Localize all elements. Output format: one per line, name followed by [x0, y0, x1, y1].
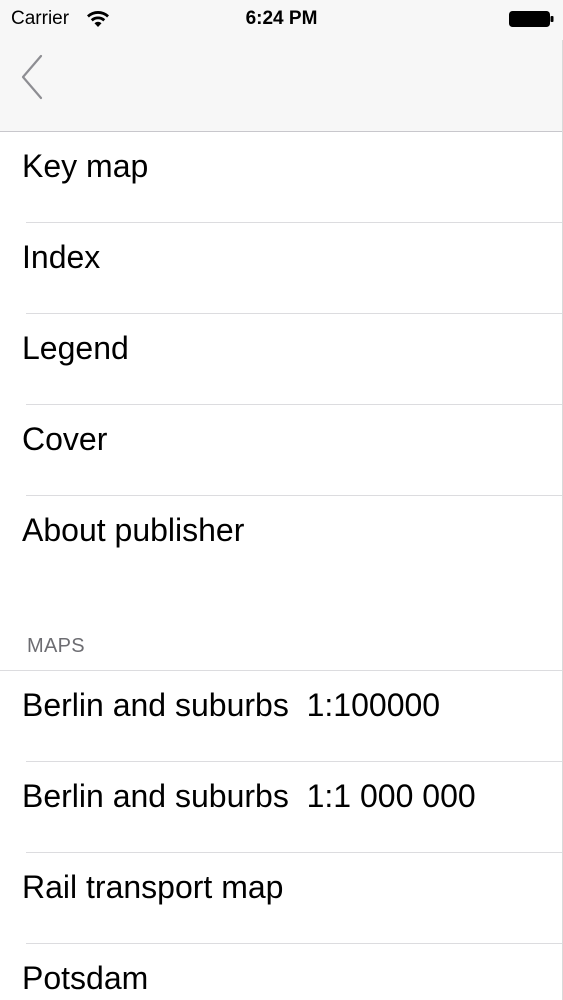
list-item-label: Legend: [22, 330, 129, 366]
list-item-about-publisher[interactable]: About publisher: [0, 496, 563, 587]
list-item-key-map[interactable]: Key map: [0, 132, 563, 223]
list-item-legend[interactable]: Legend: [0, 314, 563, 405]
list-item-label: Rail transport map: [22, 869, 284, 905]
list-item-label: Berlin and suburbs 1:100000: [22, 687, 441, 723]
list-item-label: Key map: [22, 148, 149, 184]
navigation-bar: [0, 40, 563, 132]
list-item-berlin-1000000[interactable]: Berlin and suburbs 1:1 000 000: [0, 762, 563, 853]
list-item-cover[interactable]: Cover: [0, 405, 563, 496]
battery-icon: [509, 11, 555, 27]
list-item-potsdam[interactable]: Potsdam: [0, 944, 563, 1000]
status-bar: Carrier 6:24 PM: [0, 0, 563, 40]
list-item-index[interactable]: Index: [0, 223, 563, 314]
maps-section: MAPS: [0, 587, 563, 671]
list-item-label: Index: [22, 239, 101, 275]
list-item-label: Berlin and suburbs 1:1 000 000: [22, 778, 476, 814]
back-button[interactable]: [10, 48, 54, 108]
list-item-label: Cover: [22, 421, 108, 457]
list-item-berlin-100000[interactable]: Berlin and suburbs 1:100000: [0, 671, 563, 762]
status-time: 6:24 PM: [245, 8, 318, 29]
list-item-rail-transport-map[interactable]: Rail transport map: [0, 853, 563, 944]
section-header-maps: MAPS: [27, 635, 85, 657]
chevron-left-icon: [21, 54, 43, 100]
list-item-label: About publisher: [22, 512, 245, 548]
list-item-label: Potsdam: [22, 960, 149, 996]
menu-list: Key map Index Legend Cover About publish…: [0, 132, 563, 1000]
